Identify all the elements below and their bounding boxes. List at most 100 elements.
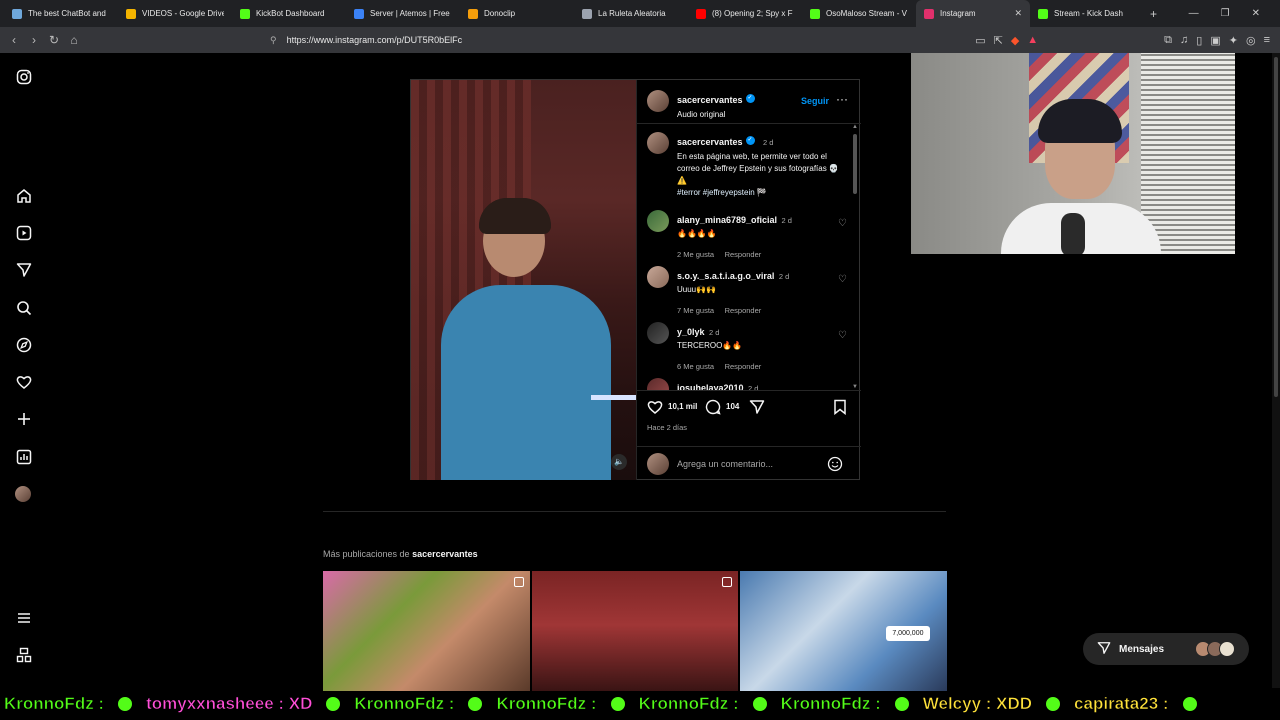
home-browser-icon[interactable]: ⌂: [64, 33, 84, 47]
brave-rewards-icon[interactable]: ▲: [1027, 34, 1038, 46]
chat-ticker-message: tomyxxnasheee : XD: [146, 694, 313, 714]
vpn-icon[interactable]: ◎: [1246, 34, 1256, 47]
scroll-up-icon[interactable]: ▲: [852, 124, 858, 130]
audio-label[interactable]: Audio original: [677, 110, 755, 119]
comment-likes[interactable]: 2 Me gusta: [677, 250, 714, 259]
emoji-icon[interactable]: [827, 456, 843, 477]
comments-scrollbar[interactable]: ▲ ▼: [852, 124, 858, 390]
address-bar: ‹ › ↻ ⌂ ⚲ https://www.instagram.com/p/DU…: [0, 27, 1280, 53]
explore-icon[interactable]: [15, 337, 33, 355]
back-icon[interactable]: ‹: [4, 33, 24, 47]
comment-count[interactable]: 104: [726, 402, 739, 411]
forward-icon[interactable]: ›: [24, 33, 44, 47]
menu-icon[interactable]: [15, 610, 33, 628]
create-icon[interactable]: [15, 411, 33, 429]
extensions-icon[interactable]: ⧉: [1164, 34, 1172, 47]
send-icon: [1097, 641, 1111, 658]
sidebar-toggle-icon[interactable]: ▯: [1196, 34, 1202, 47]
caption-time: 2 d: [763, 138, 774, 147]
browser-tab[interactable]: KickBot Dashboard: [232, 0, 346, 27]
browser-tab[interactable]: Server | Atemos | Free: [346, 0, 460, 27]
browser-tab[interactable]: OsoMaloso Stream - V: [802, 0, 916, 27]
browser-tab[interactable]: (8) Opening 2; Spy x F: [688, 0, 802, 27]
browser-tab[interactable]: Instagram ✕: [916, 0, 1030, 27]
comment-avatar[interactable]: [647, 266, 669, 288]
threads-icon[interactable]: [15, 647, 33, 665]
heart-icon[interactable]: [15, 374, 33, 392]
brave-shield-icon[interactable]: ◆: [1011, 34, 1019, 47]
comment-like-icon[interactable]: ♡: [838, 218, 847, 229]
more-posts-username[interactable]: sacercervantes: [412, 549, 478, 559]
reel-video[interactable]: 🔈: [411, 80, 636, 480]
comment-avatar[interactable]: [647, 378, 669, 390]
caption-username[interactable]: sacercervantes: [677, 137, 743, 147]
reels-icon[interactable]: [15, 225, 33, 243]
comments-scroll-thumb[interactable]: [853, 134, 857, 194]
wallet-icon[interactable]: ▣: [1210, 34, 1220, 47]
reply-button[interactable]: Responder: [725, 306, 762, 315]
reply-button[interactable]: Responder: [725, 250, 762, 259]
comment-avatar[interactable]: [647, 210, 669, 232]
browser-tab[interactable]: The best ChatBot and: [4, 0, 118, 27]
comment-avatar[interactable]: [647, 322, 669, 344]
viewer-avatar: [647, 453, 669, 475]
post-thumbnail[interactable]: [323, 571, 530, 691]
url-field[interactable]: ⚲ https://www.instagram.com/p/DUT5R0bElF…: [270, 31, 990, 49]
browser-tab[interactable]: VIDEOS - Google Drive: [118, 0, 232, 27]
leo-icon[interactable]: ✦: [1229, 34, 1238, 47]
caption-hashtags[interactable]: #terror #jeffreyepstein 🏁: [677, 187, 847, 199]
tab-favicon-icon: [924, 8, 934, 19]
comment-like-icon[interactable]: ♡: [838, 274, 847, 285]
close-window-icon[interactable]: ✕: [1252, 8, 1260, 19]
messages-button[interactable]: Mensajes: [1083, 633, 1249, 665]
browser-menu-icon[interactable]: ≡: [1264, 34, 1270, 46]
cast-icon[interactable]: ▭: [975, 34, 985, 47]
author-avatar[interactable]: [647, 90, 669, 112]
share-post-icon[interactable]: [749, 399, 765, 420]
comment-likes[interactable]: 6 Me gusta: [677, 362, 714, 371]
section-divider: [323, 511, 946, 512]
follow-button[interactable]: Seguir: [801, 96, 829, 106]
mute-icon[interactable]: 🔈: [611, 454, 627, 470]
post-thumbnail[interactable]: [531, 571, 739, 691]
comment-like-icon[interactable]: ♡: [838, 330, 847, 341]
maximize-icon[interactable]: ❐: [1221, 8, 1230, 19]
browser-tab[interactable]: Stream - Kick Dash: [1030, 0, 1144, 27]
more-posts-label: Más publicaciones de: [323, 549, 410, 559]
comment-username[interactable]: s.o.y._s.a.t.i.a.g.o_viral: [677, 271, 774, 281]
close-tab-icon[interactable]: ✕: [1014, 8, 1022, 19]
more-options-icon[interactable]: ···: [836, 92, 848, 106]
video-person-hair-top: [479, 198, 551, 234]
profile-icon[interactable]: [15, 486, 33, 504]
media-icon[interactable]: ♫: [1180, 34, 1188, 46]
reply-button[interactable]: Responder: [725, 362, 762, 371]
send-icon[interactable]: [15, 262, 33, 280]
post-thumbnail[interactable]: 7,000,000: [740, 571, 948, 691]
dashboard-icon[interactable]: [15, 449, 33, 467]
page-scrollbar[interactable]: [1272, 53, 1280, 688]
reload-icon[interactable]: ↻: [44, 33, 64, 47]
page-scroll-thumb[interactable]: [1274, 57, 1278, 397]
browser-tab[interactable]: Donoclip: [460, 0, 574, 27]
instagram-icon[interactable]: [15, 69, 33, 87]
comment-username[interactable]: y_0lyk: [677, 327, 705, 337]
webcam-wallpaper: [1141, 53, 1235, 254]
minimize-icon[interactable]: —: [1189, 8, 1199, 19]
author-username[interactable]: sacercervantes: [677, 95, 743, 105]
like-count[interactable]: 10,1 mil: [668, 402, 697, 411]
comment-icon[interactable]: [705, 399, 721, 420]
home-icon[interactable]: [15, 188, 33, 206]
search-icon[interactable]: [15, 300, 33, 318]
save-icon[interactable]: [833, 399, 847, 420]
caption-avatar[interactable]: [647, 132, 669, 154]
browser-tab[interactable]: La Ruleta Aleatoria: [574, 0, 688, 27]
site-info-icon[interactable]: ⚲: [270, 35, 277, 46]
comment-likes[interactable]: 7 Me gusta: [677, 306, 714, 315]
tab-favicon-icon: [1038, 8, 1048, 19]
new-tab-icon[interactable]: +: [1150, 7, 1157, 21]
comment-username[interactable]: josuhelaya2010: [677, 383, 744, 390]
share-icon[interactable]: ⇱: [994, 34, 1003, 47]
add-comment-input[interactable]: Agrega un comentario...: [677, 459, 773, 469]
comment-username[interactable]: alany_mina6789_oficial: [677, 215, 777, 225]
like-icon[interactable]: [647, 399, 663, 420]
